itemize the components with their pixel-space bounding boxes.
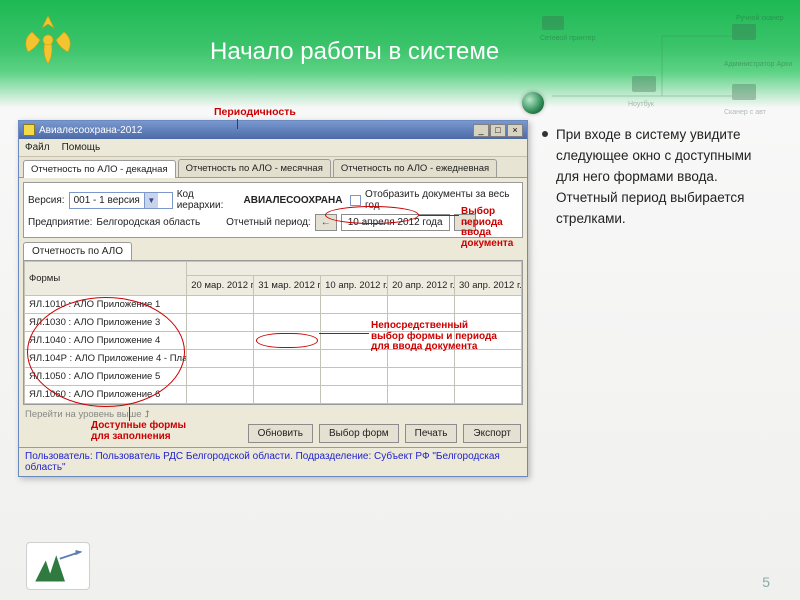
maximize-button[interactable]: □ bbox=[490, 124, 506, 137]
titlebar: Авиалесоохрана-2012 _ □ × bbox=[19, 121, 527, 139]
period-prev-button[interactable]: ← bbox=[315, 214, 337, 231]
forms-grid: Формы 20 мар. 2012 г. 31 мар. 2012 г. 10… bbox=[23, 260, 523, 405]
menu-file[interactable]: Файл bbox=[25, 142, 50, 153]
app-window: Периодичность Авиалесоохрана-2012 _ □ × … bbox=[18, 120, 528, 477]
period-next-button[interactable]: → bbox=[454, 214, 476, 231]
menubar: Файл Помощь bbox=[19, 139, 527, 157]
hierarchy-label: Код иерархии: bbox=[177, 189, 240, 211]
close-button[interactable]: × bbox=[507, 124, 523, 137]
background-network-diagram: Сетевой принтер Ручной сканер Ноутбук Ад… bbox=[532, 6, 792, 126]
footer-logo bbox=[26, 542, 90, 590]
print-button[interactable]: Печать bbox=[405, 424, 458, 443]
main-tabs: Отчетность по АЛО - декадная Отчетность … bbox=[19, 157, 527, 178]
enterprise-label: Предприятие: bbox=[28, 217, 92, 228]
minimize-button[interactable]: _ bbox=[473, 124, 489, 137]
slide: Сетевой принтер Ручной сканер Ноутбук Ад… bbox=[0, 0, 800, 600]
col-date-1[interactable]: 31 мар. 2012 г. bbox=[254, 276, 321, 296]
svg-text:Сетевой принтер: Сетевой принтер bbox=[540, 34, 596, 42]
emblem-icon bbox=[18, 10, 78, 70]
app-icon bbox=[23, 124, 35, 136]
row-5[interactable]: ЯЛ.1060 : АЛО Приложение 6 bbox=[25, 386, 187, 404]
tab-daily[interactable]: Отчетность по АЛО - ежедневная bbox=[333, 159, 497, 177]
window-title: Авиалесоохрана-2012 bbox=[39, 125, 473, 136]
status-bar: Пользователь: Пользователь РДС Белгородс… bbox=[19, 447, 527, 476]
version-label: Версия: bbox=[28, 195, 65, 206]
row-3[interactable]: ЯЛ.104Р : АЛО Приложение 4 - План bbox=[25, 350, 187, 368]
export-button[interactable]: Экспорт bbox=[463, 424, 521, 443]
col-date-0[interactable]: 20 мар. 2012 г. bbox=[187, 276, 254, 296]
subtab-alo[interactable]: Отчетность по АЛО bbox=[23, 242, 132, 260]
slide-title: Начало работы в системе bbox=[210, 38, 499, 66]
svg-text:Сканер с авт: Сканер с авт bbox=[724, 109, 767, 116]
hierarchy-value: АВИАЛЕСООХРАНА bbox=[244, 195, 343, 206]
tab-decade[interactable]: Отчетность по АЛО - декадная bbox=[23, 160, 176, 178]
period-date[interactable]: 10 апреля 2012 года bbox=[341, 214, 450, 231]
toolbar: Обновить Выбор форм Печать Экспорт bbox=[19, 422, 527, 447]
enterprise-value: Белгородская область bbox=[96, 217, 200, 228]
col-date-3[interactable]: 20 апр. 2012 г. bbox=[388, 276, 455, 296]
refresh-button[interactable]: Обновить bbox=[248, 424, 313, 443]
sub-tabs: Отчетность по АЛО bbox=[19, 242, 527, 260]
svg-text:Ручной сканер: Ручной сканер bbox=[736, 14, 784, 22]
row-4[interactable]: ЯЛ.1050 : АЛО Приложение 5 bbox=[25, 368, 187, 386]
menu-help[interactable]: Помощь bbox=[62, 142, 101, 153]
show-all-year-checkbox[interactable] bbox=[350, 195, 361, 206]
chevron-down-icon: ▼ bbox=[144, 193, 158, 208]
row-2[interactable]: ЯЛ.1040 : АЛО Приложение 4 bbox=[25, 332, 187, 350]
globe-icon bbox=[522, 92, 544, 114]
tab-month[interactable]: Отчетность по АЛО - месячная bbox=[178, 159, 331, 177]
col-date-4[interactable]: 30 апр. 2012 г. bbox=[455, 276, 522, 296]
report-period-label: Отчетный период: bbox=[226, 217, 311, 228]
version-select[interactable]: 001 - 1 версия▼ bbox=[69, 192, 173, 209]
row-0[interactable]: ЯЛ.1010 : АЛО Приложение 1 bbox=[25, 296, 187, 314]
col-date-2[interactable]: 10 апр. 2012 г. bbox=[321, 276, 388, 296]
row-1[interactable]: ЯЛ.1030 : АЛО Приложение 3 bbox=[25, 314, 187, 332]
col-forms: Формы bbox=[25, 262, 187, 296]
show-all-year-label: Отобразить документы за весь год bbox=[365, 189, 518, 211]
choose-forms-button[interactable]: Выбор форм bbox=[319, 424, 399, 443]
svg-text:Администратор Архива: Администратор Архива bbox=[724, 61, 792, 68]
annotation-periodicity: Периодичность bbox=[214, 106, 296, 118]
side-description: При входе в систему увидите следующее ок… bbox=[556, 125, 776, 230]
svg-text:Ноутбук: Ноутбук bbox=[628, 100, 655, 108]
filter-panel: Версия: 001 - 1 версия▼ Код иерархии: АВ… bbox=[23, 182, 523, 238]
page-number: 5 bbox=[762, 574, 770, 590]
go-up-link[interactable]: Перейти на уровень выше ⮥ bbox=[25, 409, 521, 420]
